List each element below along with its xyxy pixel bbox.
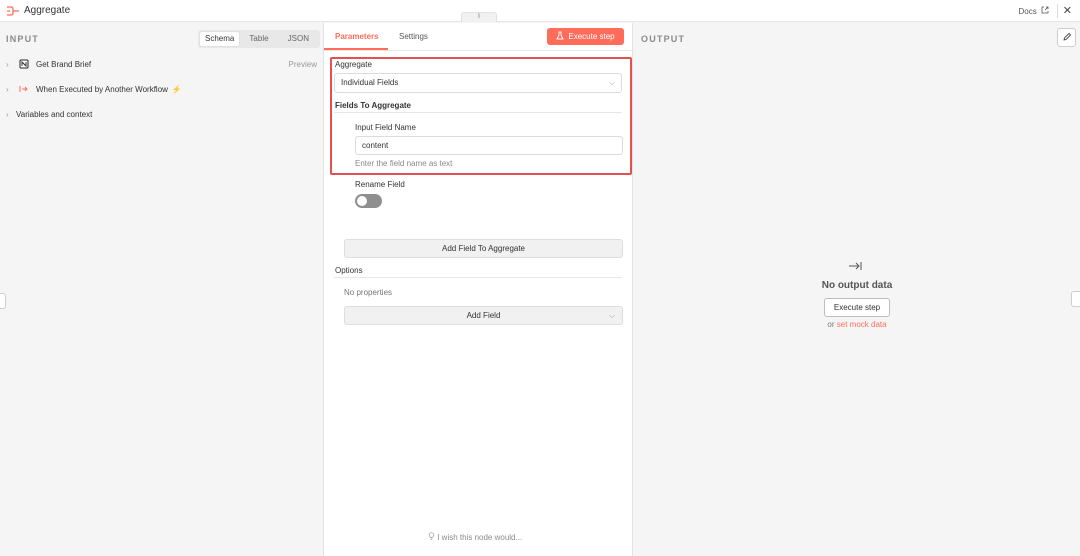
add-field-to-aggregate-button[interactable]: Add Field To Aggregate bbox=[344, 239, 623, 258]
rename-field-label: Rename Field bbox=[355, 180, 405, 189]
rename-field-toggle[interactable] bbox=[355, 194, 382, 208]
chevron-down-icon: ⌵ bbox=[608, 78, 615, 87]
docs-link[interactable]: Docs bbox=[1019, 6, 1049, 16]
node-title: Aggregate bbox=[24, 5, 71, 16]
input-node-label: Get Brand Brief bbox=[36, 59, 92, 69]
view-tab-schema[interactable]: Schema bbox=[200, 32, 240, 46]
feedback-link[interactable]: I wish this node would... bbox=[428, 532, 522, 542]
output-panel: OUTPUT No output data Execute step or se… bbox=[634, 23, 1080, 556]
tabs-divider bbox=[324, 50, 634, 51]
node-header: Aggregate Docs ✕ bbox=[0, 0, 1080, 22]
input-node-workflow-trigger[interactable]: › When Executed by Another Workflow ⚡ bbox=[6, 82, 182, 96]
variables-label: Variables and context bbox=[16, 109, 93, 119]
fields-to-aggregate-label: Fields To Aggregate bbox=[335, 101, 412, 110]
flask-icon bbox=[556, 31, 565, 42]
edit-output-button[interactable] bbox=[1057, 28, 1076, 47]
aggregate-icon bbox=[6, 5, 20, 17]
section-divider bbox=[334, 112, 622, 113]
options-divider bbox=[334, 277, 622, 278]
lightning-icon: ⚡ bbox=[171, 84, 182, 94]
docs-label: Docs bbox=[1018, 7, 1037, 16]
collapse-handle-right[interactable] bbox=[1071, 291, 1080, 307]
aggregate-select[interactable]: Individual Fields ⌵ bbox=[334, 73, 622, 93]
add-field-dropdown[interactable]: Add Field ⌵ bbox=[344, 306, 623, 325]
add-field-label: Add Field bbox=[466, 311, 501, 320]
execute-step-label: Execute step bbox=[568, 32, 615, 41]
panel-drag-handle[interactable]: ⦀ bbox=[461, 12, 497, 22]
chevron-right-icon[interactable]: › bbox=[6, 110, 16, 119]
tab-parameters[interactable]: Parameters bbox=[335, 32, 379, 41]
parameters-panel: Parameters Settings Execute step Aggrega… bbox=[323, 23, 634, 556]
workflow-trigger-icon bbox=[18, 83, 30, 95]
no-output-title: No output data bbox=[821, 280, 893, 291]
collapse-handle-left[interactable] bbox=[0, 293, 6, 309]
input-node-get-brand-brief[interactable]: › Get Brand Brief bbox=[6, 57, 91, 71]
feedback-text: I wish this node would... bbox=[437, 533, 523, 542]
chevron-right-icon[interactable]: › bbox=[6, 85, 16, 94]
output-arrow-icon bbox=[848, 260, 862, 274]
tab-settings[interactable]: Settings bbox=[399, 32, 428, 41]
view-switcher: Schema Table JSON bbox=[198, 30, 320, 48]
view-tab-table[interactable]: Table bbox=[239, 32, 278, 46]
input-heading: INPUT bbox=[6, 34, 39, 44]
chevron-right-icon[interactable]: › bbox=[6, 60, 16, 69]
input-field-name-label: Input Field Name bbox=[355, 123, 416, 132]
external-link-icon bbox=[1041, 6, 1049, 16]
notion-icon bbox=[18, 58, 30, 70]
input-field-hint: Enter the field name as text bbox=[355, 159, 453, 168]
chevron-down-icon: ⌵ bbox=[608, 311, 615, 320]
input-node-label: When Executed by Another Workflow bbox=[36, 84, 168, 94]
options-label: Options bbox=[335, 266, 363, 275]
set-mock-data-link[interactable]: set mock data bbox=[837, 320, 887, 329]
mock-data-line: or set mock data bbox=[634, 320, 1080, 329]
output-heading: OUTPUT bbox=[641, 34, 686, 44]
close-icon[interactable]: ✕ bbox=[1063, 4, 1072, 17]
aggregate-select-value: Individual Fields bbox=[341, 78, 399, 87]
lightbulb-icon bbox=[428, 532, 437, 542]
input-field-name-field[interactable]: content bbox=[355, 136, 623, 155]
view-tab-json[interactable]: JSON bbox=[279, 32, 318, 46]
toggle-knob bbox=[357, 196, 367, 206]
aggregate-label: Aggregate bbox=[335, 60, 372, 69]
execute-step-button[interactable]: Execute step bbox=[547, 28, 624, 45]
input-panel: INPUT Schema Table JSON › Get Brand Brie… bbox=[0, 23, 323, 556]
no-properties-text: No properties bbox=[344, 288, 393, 297]
or-text: or bbox=[827, 320, 835, 329]
preview-link[interactable]: Preview bbox=[289, 60, 317, 69]
pencil-icon bbox=[1062, 32, 1072, 44]
output-execute-step-button[interactable]: Execute step bbox=[824, 298, 890, 317]
variables-and-context[interactable]: › Variables and context bbox=[6, 107, 92, 121]
header-divider bbox=[1057, 4, 1058, 18]
